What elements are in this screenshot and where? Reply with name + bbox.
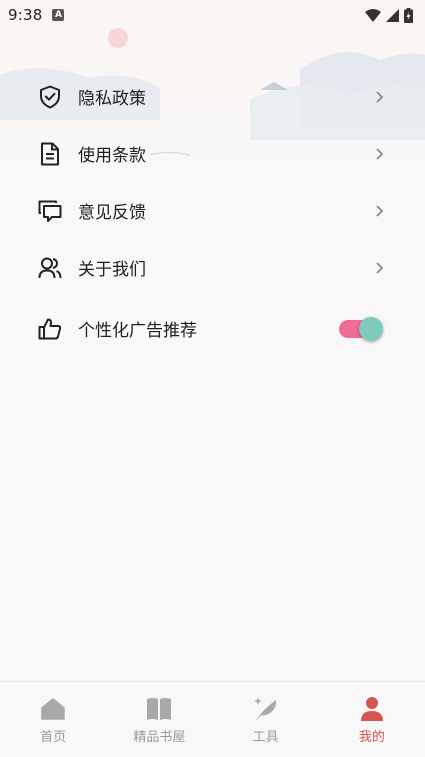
personalized-ads-toggle[interactable]: [339, 316, 383, 341]
wifi-icon: [365, 8, 381, 22]
chat-bubbles-icon: [38, 199, 62, 223]
toggle-knob: [359, 316, 383, 341]
status-bar: 9:38 A: [0, 0, 425, 30]
nav-label: 精品书屋: [133, 730, 186, 745]
menu-item-terms-of-use[interactable]: 使用条款: [0, 125, 425, 182]
notification-icon: A: [52, 9, 65, 21]
chevron-right-icon: [376, 204, 384, 217]
menu-item-feedback[interactable]: 意见反馈: [0, 182, 425, 239]
nav-label: 首页: [40, 730, 67, 745]
menu-item-label: 意见反馈: [78, 203, 146, 223]
chevron-right-icon: [376, 261, 384, 274]
home-icon: [40, 696, 66, 722]
menu-item-label: 使用条款: [78, 146, 146, 166]
nav-label: 工具: [252, 730, 279, 745]
shield-check-icon: [38, 85, 62, 109]
menu-item-about-us[interactable]: 关于我们: [0, 239, 425, 296]
menu-item-label: 关于我们: [78, 260, 146, 280]
users-icon: [38, 256, 62, 280]
chevron-right-icon: [376, 90, 384, 103]
person-icon: [359, 696, 385, 722]
document-icon: [38, 142, 62, 166]
feather-icon: [253, 696, 279, 722]
signal-icon: [386, 8, 399, 22]
menu-item-label: 隐私政策: [78, 89, 146, 109]
status-time: 9:38: [8, 6, 43, 24]
bottom-navigation: 首页 精品书屋 工具 我的: [0, 681, 425, 757]
book-icon: [146, 696, 172, 722]
nav-item-tools[interactable]: 工具: [213, 682, 319, 745]
nav-item-home[interactable]: 首页: [0, 682, 106, 745]
menu-item-personalized-ads: 个性化广告推荐: [0, 296, 425, 361]
menu-item-privacy-policy[interactable]: 隐私政策: [0, 68, 425, 125]
settings-menu: 隐私政策 使用条款 意见反馈 关于我们 个性化广告推荐: [0, 68, 425, 361]
battery-icon: [404, 7, 413, 23]
nav-label: 我的: [358, 730, 385, 745]
nav-item-mine[interactable]: 我的: [319, 682, 425, 745]
chevron-right-icon: [376, 147, 384, 160]
menu-item-label: 个性化广告推荐: [78, 321, 197, 341]
thumbs-up-icon: [38, 317, 62, 341]
nav-item-bookstore[interactable]: 精品书屋: [106, 682, 212, 745]
